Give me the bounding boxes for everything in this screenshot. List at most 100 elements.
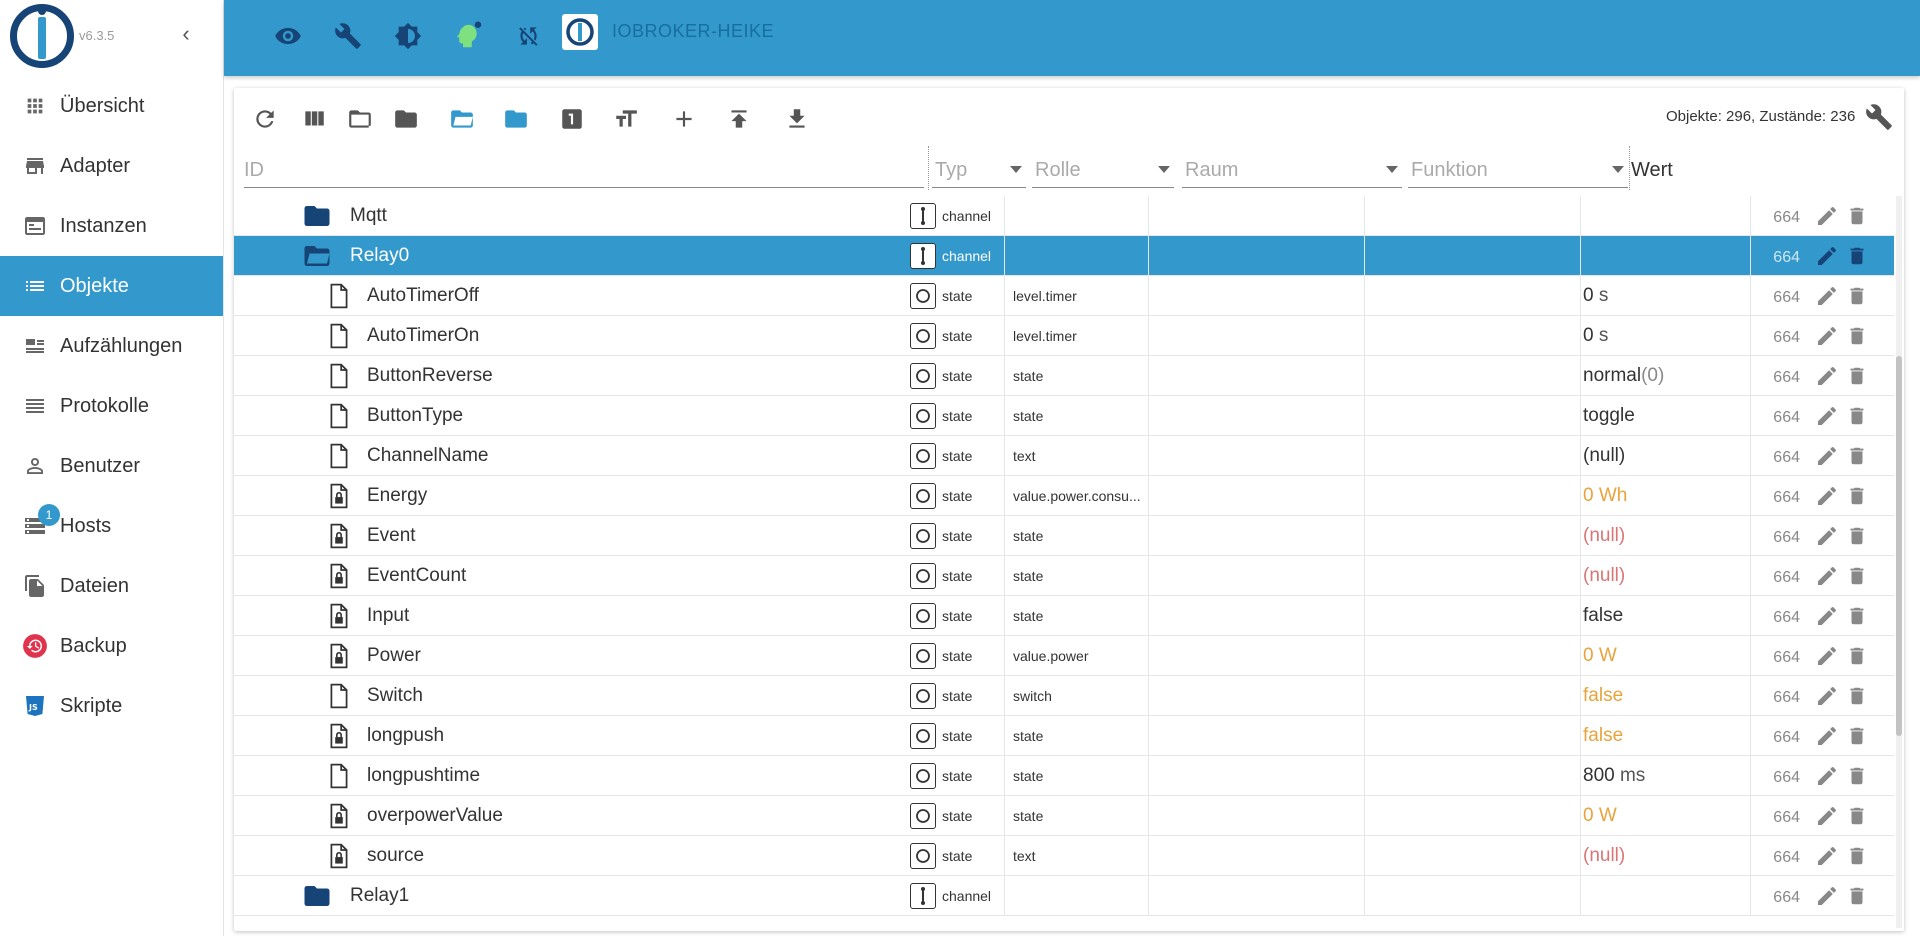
sidebar-item-skripte[interactable]: JS Skripte: [0, 676, 223, 736]
delete-trash-icon[interactable]: [1844, 436, 1870, 476]
object-role[interactable]: [1004, 196, 1148, 236]
eye-icon[interactable]: [270, 18, 306, 54]
table-row[interactable]: longpush state state false 664: [234, 716, 1894, 756]
edit-pencil-icon[interactable]: [1814, 436, 1840, 476]
object-name[interactable]: longpush: [367, 716, 827, 756]
object-name[interactable]: overpowerValue: [367, 796, 827, 836]
delete-trash-icon[interactable]: [1844, 676, 1870, 716]
sidebar-item-backup[interactable]: Backup: [0, 616, 223, 676]
object-role[interactable]: [1004, 236, 1148, 276]
object-value[interactable]: normal (0): [1580, 356, 1750, 396]
object-function[interactable]: [1364, 756, 1580, 796]
type-filter-select[interactable]: Typ: [932, 154, 1026, 188]
object-room[interactable]: [1148, 476, 1364, 516]
object-name[interactable]: Switch: [367, 676, 827, 716]
edit-pencil-icon[interactable]: [1814, 876, 1840, 916]
object-room[interactable]: [1148, 676, 1364, 716]
object-role[interactable]: state: [1004, 556, 1148, 596]
object-role[interactable]: value.power.consu...: [1004, 476, 1148, 516]
expand-level-folder-open-icon[interactable]: [445, 102, 479, 136]
delete-trash-icon[interactable]: [1844, 396, 1870, 436]
sidebar-item-aufzählungen[interactable]: Aufzählungen: [0, 316, 223, 376]
table-row[interactable]: longpushtime state state 800 ms 664: [234, 756, 1894, 796]
object-room[interactable]: [1148, 356, 1364, 396]
customs-wrench-icon[interactable]: [1862, 100, 1896, 134]
object-name[interactable]: Power: [367, 636, 827, 676]
column-separator[interactable]: [928, 146, 929, 190]
object-value[interactable]: (null): [1580, 436, 1750, 476]
object-role[interactable]: state: [1004, 356, 1148, 396]
edit-pencil-icon[interactable]: [1814, 716, 1840, 756]
object-room[interactable]: [1148, 396, 1364, 436]
table-row[interactable]: Relay0 channel 664: [234, 236, 1894, 276]
object-role[interactable]: state: [1004, 756, 1148, 796]
object-value[interactable]: false: [1580, 596, 1750, 636]
toggle-states-only-icon[interactable]: [555, 102, 589, 136]
delete-trash-icon[interactable]: [1844, 636, 1870, 676]
sidebar-item-objekte[interactable]: Objekte: [0, 256, 223, 316]
object-function[interactable]: [1364, 716, 1580, 756]
object-function[interactable]: [1364, 876, 1580, 916]
delete-trash-icon[interactable]: [1844, 356, 1870, 396]
object-value[interactable]: [1580, 236, 1750, 276]
object-role[interactable]: state: [1004, 516, 1148, 556]
object-value[interactable]: [1580, 196, 1750, 236]
object-role[interactable]: level.timer: [1004, 276, 1148, 316]
object-role[interactable]: state: [1004, 596, 1148, 636]
delete-trash-icon[interactable]: [1844, 556, 1870, 596]
edit-pencil-icon[interactable]: [1814, 556, 1840, 596]
table-row[interactable]: source state text (null) 664: [234, 836, 1894, 876]
sidebar-item-adapter[interactable]: Adapter: [0, 136, 223, 196]
object-value[interactable]: 800 ms: [1580, 756, 1750, 796]
object-value[interactable]: false: [1580, 716, 1750, 756]
edit-pencil-icon[interactable]: [1814, 836, 1840, 876]
collapse-level-folder-icon[interactable]: [499, 102, 533, 136]
object-name[interactable]: ChannelName: [367, 436, 827, 476]
function-filter-select[interactable]: Funktion: [1408, 154, 1628, 188]
object-role[interactable]: state: [1004, 796, 1148, 836]
object-role[interactable]: [1004, 876, 1148, 916]
delete-trash-icon[interactable]: [1844, 876, 1870, 916]
edit-pencil-icon[interactable]: [1814, 516, 1840, 556]
object-value[interactable]: 0 W: [1580, 636, 1750, 676]
sync-off-icon[interactable]: [510, 18, 546, 54]
object-room[interactable]: [1148, 876, 1364, 916]
id-filter-input[interactable]: [244, 154, 924, 186]
table-row[interactable]: Mqtt channel 664: [234, 196, 1894, 236]
object-function[interactable]: [1364, 676, 1580, 716]
object-name[interactable]: AutoTimerOn: [367, 316, 827, 356]
object-name[interactable]: ButtonReverse: [367, 356, 827, 396]
edit-pencil-icon[interactable]: [1814, 796, 1840, 836]
table-row[interactable]: AutoTimerOn state level.timer 0 s 664: [234, 316, 1894, 356]
object-name[interactable]: Energy: [367, 476, 827, 516]
delete-trash-icon[interactable]: [1844, 716, 1870, 756]
sidebar-item-protokolle[interactable]: Protokolle: [0, 376, 223, 436]
object-name[interactable]: Event: [367, 516, 827, 556]
object-value[interactable]: false: [1580, 676, 1750, 716]
object-room[interactable]: [1148, 756, 1364, 796]
edit-pencil-icon[interactable]: [1814, 676, 1840, 716]
table-row[interactable]: ButtonReverse state state normal (0) 664: [234, 356, 1894, 396]
object-role[interactable]: level.timer: [1004, 316, 1148, 356]
object-room[interactable]: [1148, 836, 1364, 876]
object-name[interactable]: AutoTimerOff: [367, 276, 827, 316]
role-filter-select[interactable]: Rolle: [1032, 154, 1174, 188]
delete-trash-icon[interactable]: [1844, 596, 1870, 636]
object-room[interactable]: [1148, 596, 1364, 636]
scrollbar-thumb[interactable]: [1896, 356, 1902, 736]
delete-trash-icon[interactable]: [1844, 796, 1870, 836]
table-row[interactable]: overpowerValue state state 0 W 664: [234, 796, 1894, 836]
object-room[interactable]: [1148, 796, 1364, 836]
table-row[interactable]: Input state state false 664: [234, 596, 1894, 636]
table-row[interactable]: EventCount state state (null) 664: [234, 556, 1894, 596]
expand-all-folder-open-icon[interactable]: [343, 102, 377, 136]
edit-pencil-icon[interactable]: [1814, 396, 1840, 436]
object-function[interactable]: [1364, 356, 1580, 396]
object-role[interactable]: text: [1004, 436, 1148, 476]
object-function[interactable]: [1364, 556, 1580, 596]
edit-pencil-icon[interactable]: [1814, 236, 1840, 276]
edit-pencil-icon[interactable]: [1814, 756, 1840, 796]
sidebar-item-übersicht[interactable]: Übersicht: [0, 76, 223, 136]
object-room[interactable]: [1148, 716, 1364, 756]
table-row[interactable]: Event state state (null) 664: [234, 516, 1894, 556]
